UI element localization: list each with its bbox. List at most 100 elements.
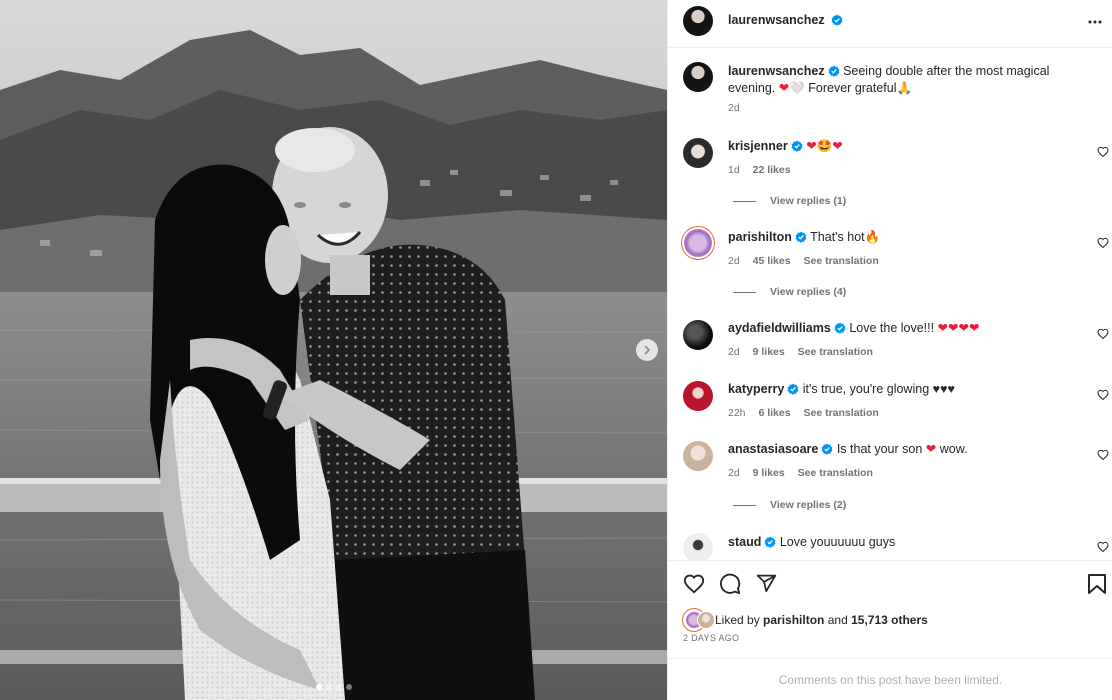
- like-heart-icon[interactable]: [683, 573, 705, 595]
- author-avatar[interactable]: [683, 6, 713, 36]
- comment-likes[interactable]: 9 likes: [753, 346, 785, 358]
- comment-meta: 2d 9 likes See translation: [728, 346, 883, 358]
- comment-emoji: ❤: [925, 442, 937, 456]
- carousel-next-button[interactable]: [636, 339, 658, 361]
- view-replies-button[interactable]: View replies (1): [733, 195, 846, 207]
- verified-badge-icon: [787, 383, 799, 395]
- view-replies-label: View replies (4): [770, 286, 847, 298]
- photo-image: [0, 0, 667, 700]
- comment-username[interactable]: parishilton: [728, 230, 792, 244]
- verified-badge-icon: [828, 65, 839, 77]
- post-actions-bar: Liked by parishilton and 15,713 others 2…: [668, 560, 1112, 650]
- comment-username[interactable]: katyperry: [728, 382, 784, 396]
- comment-emoji: ❤❤❤❤: [937, 321, 980, 335]
- verified-badge-icon: [834, 322, 846, 334]
- comment-avatar[interactable]: [684, 229, 712, 257]
- comment-like-heart-icon[interactable]: [1097, 541, 1109, 553]
- share-icon[interactable]: [756, 573, 777, 594]
- comment-like-heart-icon[interactable]: [1097, 449, 1109, 461]
- comment-avatar[interactable]: [683, 381, 713, 411]
- carousel-dot: [335, 684, 342, 690]
- view-replies-button[interactable]: View replies (2): [733, 499, 846, 511]
- comment-meta: 1d 22 likes: [728, 164, 801, 176]
- comment-text-block: anastasiasoare Is that your son ❤ wow.: [728, 441, 968, 458]
- post-date[interactable]: 2 DAYS AGO: [683, 633, 739, 643]
- comment-avatar[interactable]: [683, 138, 713, 168]
- author-username[interactable]: laurenwsanchez: [728, 13, 825, 27]
- comment-text-block: staud Love youuuuuu guys: [728, 534, 895, 551]
- comment-text-block: katyperry it's true, you're glowing ♥♥♥: [728, 381, 955, 398]
- carousel-dot: [315, 684, 322, 690]
- comment-time[interactable]: 2d: [728, 346, 740, 358]
- comment-text-after: wow.: [939, 442, 968, 456]
- replies-line: [733, 200, 756, 202]
- view-replies-label: View replies (1): [770, 195, 847, 207]
- comment-username[interactable]: aydafieldwilliams: [728, 321, 831, 335]
- comment-time[interactable]: 1d: [728, 164, 740, 176]
- liked-by-avatar[interactable]: [697, 611, 715, 629]
- bookmark-icon[interactable]: [1087, 573, 1107, 595]
- replies-line: [733, 291, 756, 293]
- comments-limited-notice: Comments on this post have been limited.: [668, 658, 1112, 700]
- comment-username[interactable]: anastasiasoare: [728, 442, 818, 456]
- comment-meta: 2d 45 likes See translation: [728, 255, 889, 267]
- replies-line: [733, 504, 756, 506]
- post-photo[interactable]: [0, 0, 667, 700]
- caption-text-2: Forever grateful: [808, 81, 897, 95]
- comment-likes[interactable]: 22 likes: [753, 164, 791, 176]
- comment-time[interactable]: 2d: [728, 467, 740, 479]
- comment-text: it's true, you're glowing: [802, 382, 930, 396]
- see-translation-link[interactable]: See translation: [798, 346, 873, 358]
- post-side-panel: laurenwsanchez laurenwsanchez Seeing dou…: [667, 0, 1112, 700]
- comment-username[interactable]: krisjenner: [728, 139, 788, 153]
- comment-username[interactable]: staud: [728, 535, 761, 549]
- caption-avatar[interactable]: [683, 62, 713, 92]
- comment-like-heart-icon[interactable]: [1097, 389, 1109, 401]
- comment-text: Is that your son: [836, 442, 923, 456]
- comment-avatar[interactable]: [683, 533, 713, 560]
- caption-emoji-2: 🙏: [896, 81, 913, 95]
- chevron-right-icon: [644, 345, 651, 355]
- caption-time[interactable]: 2d: [728, 102, 740, 114]
- comment-meta: 2d 9 likes See translation: [728, 467, 883, 479]
- comment-likes[interactable]: 45 likes: [753, 255, 791, 267]
- comment-text-block: parishilton That's hot🔥: [728, 229, 880, 246]
- comment-text: Love youuuuuu guys: [779, 535, 896, 549]
- comment-likes[interactable]: 6 likes: [758, 407, 790, 419]
- comment-like-heart-icon[interactable]: [1097, 328, 1109, 340]
- comment-like-heart-icon[interactable]: [1097, 237, 1109, 249]
- comment-text: That's hot: [810, 230, 865, 244]
- view-replies-button[interactable]: View replies (4): [733, 286, 846, 298]
- comment-avatar[interactable]: [683, 320, 713, 350]
- comment-item: staud Love youuuuuu guys: [668, 533, 1112, 560]
- verified-badge-icon: [795, 231, 807, 243]
- comment-avatar[interactable]: [683, 441, 713, 471]
- caption-text-block: laurenwsanchez Seeing double after the m…: [728, 63, 1098, 97]
- comment-emoji: ♥♥♥: [932, 382, 955, 396]
- comment-like-heart-icon[interactable]: [1097, 146, 1109, 158]
- verified-badge-icon: [831, 14, 843, 26]
- comment-time[interactable]: 22h: [728, 407, 746, 419]
- see-translation-link[interactable]: See translation: [798, 467, 873, 479]
- liked-by-text: Liked by parishilton and 15,713 others: [715, 613, 928, 627]
- comment-icon[interactable]: [719, 573, 741, 595]
- comment-emoji: ❤🤩❤: [806, 139, 843, 153]
- more-options-icon[interactable]: [1087, 14, 1103, 30]
- carousel-dot: [345, 684, 352, 690]
- verified-badge-icon: [764, 536, 776, 548]
- comment-likes[interactable]: 9 likes: [753, 467, 785, 479]
- comment-time[interactable]: 2d: [728, 255, 740, 267]
- liked-by-middle: and: [827, 613, 848, 627]
- comment-text-block: aydafieldwilliams Love the love!!! ❤❤❤❤: [728, 320, 979, 337]
- comment-text: Love the love!!!: [849, 321, 935, 335]
- likes-count[interactable]: 15,713 others: [851, 613, 928, 627]
- caption-meta: 2d: [728, 102, 750, 114]
- liked-by-prefix: Liked by: [715, 613, 760, 627]
- see-translation-link[interactable]: See translation: [804, 407, 879, 419]
- author-name-row: laurenwsanchez: [728, 13, 843, 27]
- verified-badge-icon: [791, 140, 803, 152]
- liked-by-user[interactable]: parishilton: [763, 613, 824, 627]
- see-translation-link[interactable]: See translation: [803, 255, 878, 267]
- post-header: laurenwsanchez: [668, 0, 1112, 48]
- caption-username[interactable]: laurenwsanchez: [728, 64, 825, 78]
